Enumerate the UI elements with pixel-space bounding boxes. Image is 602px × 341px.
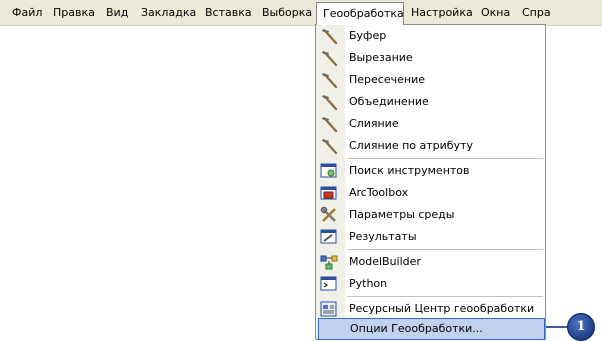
hammer-icon xyxy=(320,71,338,89)
model-icon xyxy=(320,253,338,271)
menu-item-label: Результаты xyxy=(349,230,417,243)
tools-icon xyxy=(320,206,338,224)
callout-connector xyxy=(546,326,568,328)
resource-center-icon xyxy=(320,300,338,318)
menu-file[interactable]: Файл xyxy=(12,0,42,25)
menu-separator xyxy=(347,296,543,297)
menu-item-dissolve[interactable]: Слияние по атрибуту xyxy=(316,135,545,157)
menu-item-label: Поиск инструментов xyxy=(349,164,470,177)
menu-item-geoprocessing-options[interactable]: Опции Геообработки... xyxy=(318,318,545,340)
menu-bar: Файл Правка Вид Закладка Вставка Выборка… xyxy=(0,0,602,26)
menu-item-python[interactable]: Python xyxy=(316,273,545,295)
menu-item-label: Параметры среды xyxy=(349,208,455,221)
menu-view[interactable]: Вид xyxy=(106,0,128,25)
hammer-icon xyxy=(320,115,338,133)
menu-item-label: Объединение xyxy=(349,95,429,108)
hammer-icon xyxy=(320,27,338,45)
menu-item-label: Вырезание xyxy=(349,51,413,64)
menu-bookmarks[interactable]: Закладка xyxy=(141,0,196,25)
menu-windows[interactable]: Окна xyxy=(481,0,510,25)
search-window-icon xyxy=(320,162,338,180)
menu-item-environments[interactable]: Параметры среды xyxy=(316,204,545,226)
menu-item-label: Слияние по атрибуту xyxy=(349,139,473,152)
menu-separator xyxy=(347,158,543,159)
menu-item-results[interactable]: Результаты xyxy=(316,226,545,248)
menu-item-clip[interactable]: Вырезание xyxy=(316,47,545,69)
menu-item-buffer[interactable]: Буфер xyxy=(316,25,545,47)
menu-item-label: Python xyxy=(349,277,388,290)
menu-item-intersect[interactable]: Пересечение xyxy=(316,69,545,91)
menu-item-label: Пересечение xyxy=(349,73,425,86)
results-window-icon xyxy=(320,228,338,246)
menu-item-merge[interactable]: Слияние xyxy=(316,113,545,135)
menu-item-modelbuilder[interactable]: ModelBuilder xyxy=(316,251,545,273)
menu-insert[interactable]: Вставка xyxy=(205,0,252,25)
menu-item-label: Буфер xyxy=(349,29,387,42)
menu-customize[interactable]: Настройка xyxy=(411,0,473,25)
hammer-icon xyxy=(320,93,338,111)
callout-badge: 1 xyxy=(567,313,595,341)
menu-item-search-tools[interactable]: Поиск инструментов xyxy=(316,160,545,182)
menu-help[interactable]: Спра xyxy=(522,0,551,25)
menu-item-resource-center[interactable]: Ресурсный Центр геообработки xyxy=(316,298,545,320)
menu-item-label: ModelBuilder xyxy=(349,255,421,268)
menu-separator xyxy=(347,249,543,250)
menu-selection[interactable]: Выборка xyxy=(262,0,312,25)
menu-item-label: Ресурсный Центр геообработки xyxy=(349,302,535,315)
menu-geoprocessing[interactable]: Геообработка xyxy=(316,2,404,25)
python-window-icon xyxy=(320,275,338,293)
menu-item-label: ArcToolbox xyxy=(349,186,409,199)
menu-item-label: Опции Геообработки... xyxy=(350,322,483,335)
menu-item-arctoolbox[interactable]: ArcToolbox xyxy=(316,182,545,204)
hammer-icon xyxy=(320,49,338,67)
menu-item-union[interactable]: Объединение xyxy=(316,91,545,113)
menu-edit[interactable]: Правка xyxy=(53,0,95,25)
menu-item-label: Слияние xyxy=(349,117,399,130)
toolbox-icon xyxy=(320,184,338,202)
hammer-icon xyxy=(320,137,338,155)
geoprocessing-dropdown-menu: Буфер Вырезание Пересечение Объединение … xyxy=(315,24,546,340)
